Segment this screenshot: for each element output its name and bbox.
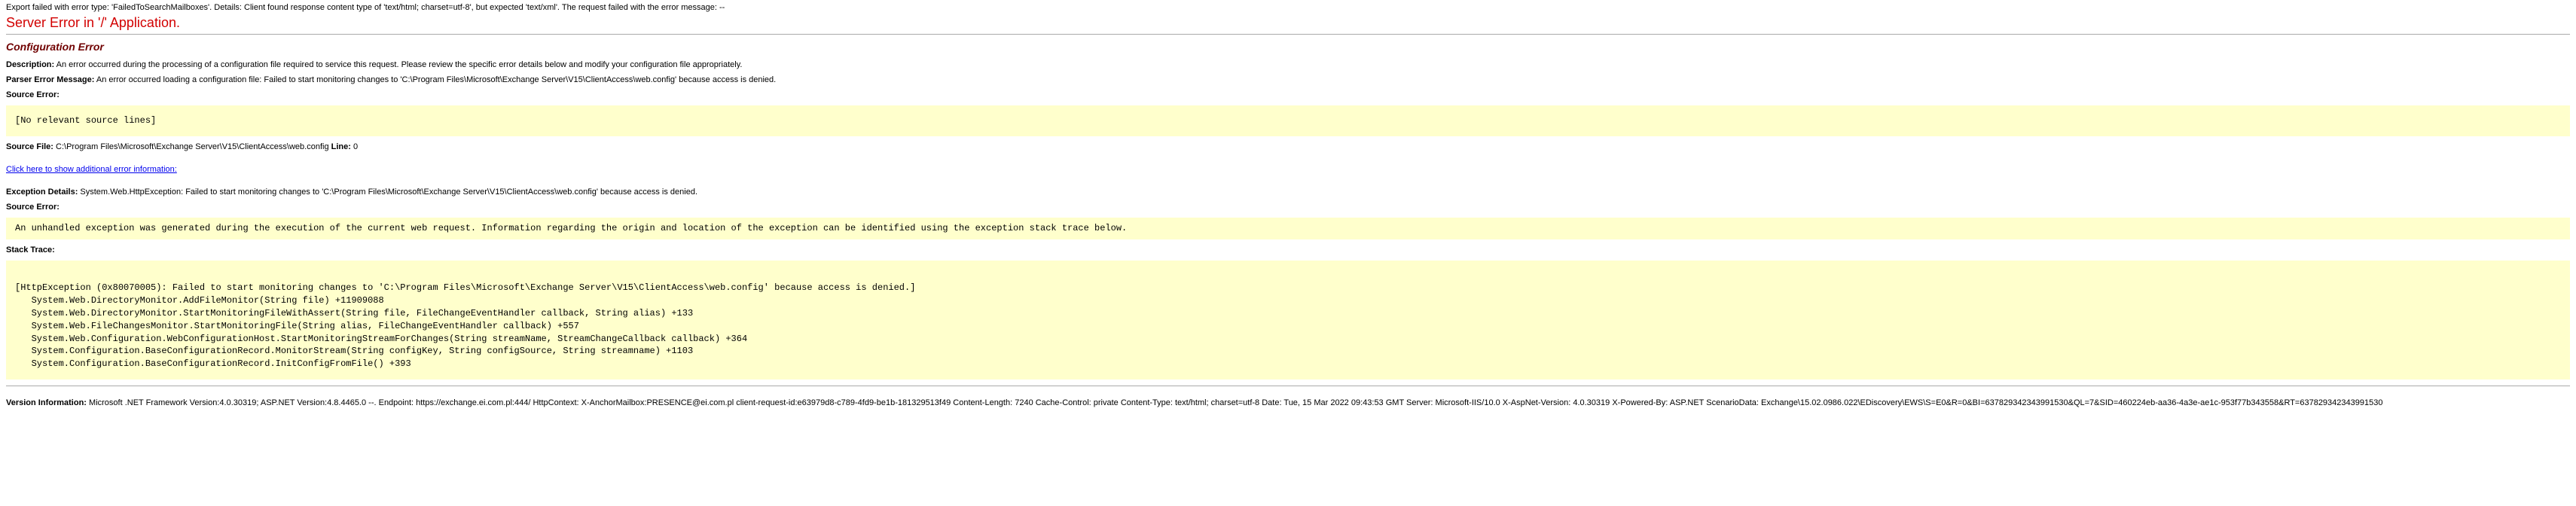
title-divider <box>6 34 2570 35</box>
source-file-text: C:\Program Files\Microsoft\Exchange Serv… <box>53 142 329 151</box>
exception-details-label: Exception Details: <box>6 187 78 197</box>
version-text: Microsoft .NET Framework Version:4.0.303… <box>87 398 2383 407</box>
stack-trace-block: [HttpException (0x80070005): Failed to s… <box>6 261 2570 380</box>
show-additional-error-link[interactable]: Click here to show additional error info… <box>6 165 177 174</box>
source-error2-label-row: Source Error: <box>6 203 2570 212</box>
export-error-line: Export failed with error type: 'FailedTo… <box>6 3 2570 12</box>
description-text: An error occurred during the processing … <box>54 60 742 69</box>
line-value: 0 <box>351 142 358 151</box>
source-error-label: Source Error: <box>6 90 60 99</box>
source-error2-block: An unhandled exception was generated dur… <box>6 218 2570 239</box>
description-row: Description: An error occurred during th… <box>6 60 2570 69</box>
version-label: Version Information: <box>6 398 87 407</box>
source-file-row: Source File: C:\Program Files\Microsoft\… <box>6 142 2570 151</box>
parser-error-text: An error occurred loading a configuratio… <box>94 75 776 84</box>
parser-error-label: Parser Error Message: <box>6 75 94 84</box>
exception-details-row: Exception Details: System.Web.HttpExcept… <box>6 187 2570 197</box>
server-error-title: Server Error in '/' Application. <box>6 15 2570 31</box>
line-label: Line: <box>329 142 351 151</box>
source-error-label-row: Source Error: <box>6 90 2570 99</box>
source-error2-label: Source Error: <box>6 203 60 212</box>
configuration-error-title: Configuration Error <box>6 41 2570 53</box>
stack-trace-label: Stack Trace: <box>6 245 55 255</box>
description-label: Description: <box>6 60 54 69</box>
version-row: Version Information: Microsoft .NET Fram… <box>6 398 2570 407</box>
exception-details-text: System.Web.HttpException: Failed to star… <box>78 187 697 197</box>
source-file-label: Source File: <box>6 142 53 151</box>
parser-error-row: Parser Error Message: An error occurred … <box>6 75 2570 84</box>
source-error-block: [No relevant source lines] <box>6 105 2570 136</box>
stack-trace-label-row: Stack Trace: <box>6 245 2570 255</box>
